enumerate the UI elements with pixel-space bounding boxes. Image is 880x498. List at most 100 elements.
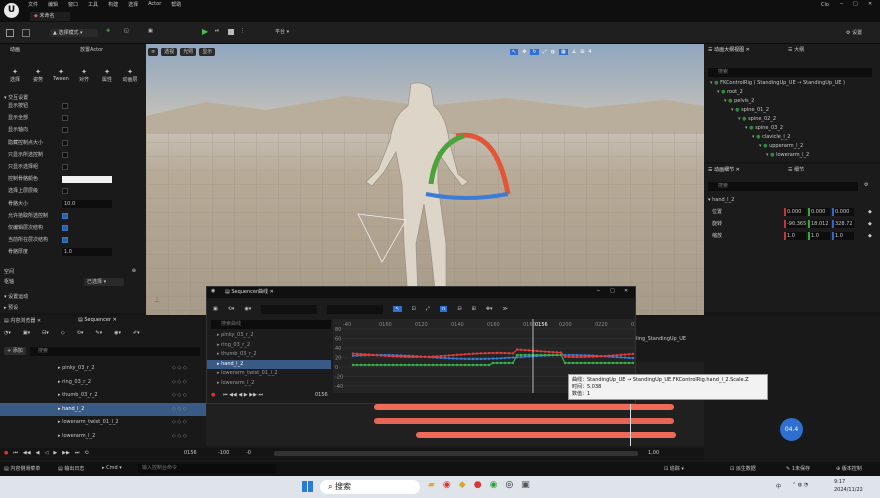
add-track-button[interactable]: + 添加	[4, 347, 26, 355]
transform-value-input[interactable]: 1.0	[784, 232, 806, 240]
curve-green-key[interactable]	[375, 363, 379, 367]
current-frame[interactable]: 0156	[184, 450, 197, 456]
curve-blue-key[interactable]	[467, 357, 471, 361]
setting-checkbox[interactable]	[62, 164, 68, 170]
curve-red-key[interactable]	[383, 354, 387, 358]
curve-green-key[interactable]	[519, 353, 523, 357]
prev-key-icon[interactable]: ◀◀	[23, 450, 31, 456]
curve-red-key[interactable]	[435, 355, 439, 358]
transform-value-input[interactable]: -90.365	[784, 220, 806, 228]
curve-green-key[interactable]	[395, 363, 399, 367]
menu-item[interactable]: 工具	[88, 1, 98, 10]
transform-value-input[interactable]: 1.0	[808, 232, 830, 240]
curve-tangent-icon[interactable]: ✥▾	[486, 306, 493, 312]
curve-green-key[interactable]	[503, 361, 507, 365]
curve-red-key[interactable]	[523, 348, 527, 352]
viewport-menu-button[interactable]: ≡	[148, 48, 159, 56]
content-track-row[interactable]: ▸ pinky_03_r_2 ◇ ◇ ◇	[0, 362, 206, 375]
curve-more-icon[interactable]: ≫	[503, 306, 508, 312]
transform-value-input[interactable]: 1.0	[832, 232, 854, 240]
curve-blue-key[interactable]	[627, 356, 631, 360]
content-track-row[interactable]: ▸ hand_l_2 ◇ ◇ ◇	[0, 402, 206, 416]
to-end-icon[interactable]: ⏭	[75, 450, 80, 456]
curve-blue-key[interactable]	[443, 356, 447, 360]
curve-green-key[interactable]	[467, 363, 471, 367]
track-key-icon[interactable]: ◇ ◇ ◇	[172, 403, 187, 416]
more-icon[interactable]: ⋮	[240, 28, 245, 34]
curve-red-key[interactable]	[379, 354, 383, 357]
curve-green-key[interactable]	[619, 361, 623, 365]
curve-view-icon[interactable]: ⟲▾	[228, 306, 235, 312]
browse-icon[interactable]	[22, 29, 30, 37]
curve-red-key[interactable]	[475, 352, 479, 355]
curve-red-key[interactable]	[547, 350, 551, 354]
curve-red-key[interactable]	[451, 353, 455, 357]
anim-tool-button[interactable]: ✦ 动画层	[119, 68, 141, 83]
console-input[interactable]: 输入控制台命令	[138, 464, 276, 473]
add-icon[interactable]: ✚	[106, 28, 110, 34]
curve-red-key[interactable]	[551, 350, 555, 354]
seq-wrench-icon[interactable]: ✎▾	[95, 330, 102, 336]
curve-red-key[interactable]	[403, 355, 407, 359]
curve-green-key[interactable]	[363, 363, 367, 367]
curve-blue-key[interactable]	[479, 357, 483, 361]
tray-lang[interactable]: 中	[776, 483, 781, 490]
curve-flatten-icon[interactable]: ⊞	[472, 306, 476, 312]
curve-red-key[interactable]	[411, 355, 415, 359]
timeline-scrollbar[interactable]	[274, 451, 638, 456]
curve-green-key[interactable]	[527, 353, 531, 357]
setting-value-input[interactable]: 1.0	[62, 248, 112, 257]
seq-film-icon[interactable]: ▣▾	[23, 330, 30, 336]
track-key-icon[interactable]: ◇ ◇ ◇	[172, 376, 187, 389]
curve-red-key[interactable]	[351, 352, 355, 355]
curve-green-key[interactable]	[543, 353, 547, 357]
curve-red-key[interactable]	[515, 348, 519, 351]
curve-green-key[interactable]	[371, 363, 375, 367]
seq-edit-icon[interactable]: ✐▾	[133, 330, 140, 336]
curve-red-key[interactable]	[539, 350, 543, 353]
snap-rotate-icon[interactable]: ∡	[572, 49, 576, 55]
curve-red-key[interactable]	[375, 354, 379, 357]
curve-green-key[interactable]	[411, 363, 415, 367]
curve-search-input[interactable]: 搜索曲线	[211, 320, 331, 329]
select-tool-icon[interactable]: ↖	[510, 49, 519, 55]
tab-animation[interactable]: 动画	[10, 46, 20, 53]
curve-green-key[interactable]	[415, 363, 419, 367]
setting-value-input[interactable]: 10.0	[62, 199, 112, 208]
curve-track-row[interactable]: ▸ pinky_03_r_2	[207, 331, 331, 340]
curve-green-key[interactable]	[435, 363, 439, 367]
pivot-dropdown[interactable]: 已选择 ▾	[84, 278, 124, 286]
seq-view-icon[interactable]: ◉▾	[114, 330, 121, 336]
content-drawer-button[interactable]: ▤ 内容侧滑菜单	[4, 465, 40, 472]
curve-red-key[interactable]	[463, 353, 467, 356]
track-key-icon[interactable]: ◇ ◇ ◇	[172, 416, 187, 429]
curve-red-key[interactable]	[591, 355, 595, 358]
curve-red-key[interactable]	[415, 355, 419, 359]
curve-green-key[interactable]	[547, 353, 551, 357]
setting-checkbox[interactable]	[62, 127, 68, 134]
blueprint-icon[interactable]: ◱	[124, 28, 129, 34]
menu-item[interactable]: 编辑	[48, 1, 58, 10]
curve-red-key[interactable]	[419, 355, 423, 359]
curve-green-key[interactable]	[611, 361, 615, 365]
curve-green-key[interactable]	[355, 363, 359, 367]
content-track-row[interactable]: ▸ ring_03_r_2 ◇ ◇ ◇	[0, 376, 206, 389]
details-search-input[interactable]: 搜索	[708, 182, 858, 191]
stop-icon[interactable]	[228, 29, 234, 35]
curve-green-key[interactable]	[427, 363, 431, 367]
transform-value-input[interactable]: 0.000	[784, 208, 806, 216]
curve-red-key[interactable]	[627, 353, 631, 356]
curve-retime-icon[interactable]: ⤢	[426, 306, 430, 312]
curve-red-key[interactable]	[367, 353, 371, 356]
curve-maximize-icon[interactable]: □	[610, 288, 615, 294]
curve-green-key[interactable]	[603, 361, 607, 365]
curve-red-key[interactable]	[567, 355, 571, 359]
wechat-icon[interactable]: ◉	[490, 480, 498, 490]
seq-save-icon[interactable]: ⊟▾	[42, 330, 49, 336]
curve-green-key[interactable]	[367, 363, 371, 367]
setting-checkbox[interactable]	[62, 115, 68, 122]
curve-blue-key[interactable]	[455, 357, 459, 360]
trace-button[interactable]: ⊡ 追踪 ▾	[664, 465, 684, 472]
scale-tool-icon[interactable]: ⤢	[543, 49, 547, 55]
setting-checkbox[interactable]	[62, 212, 68, 219]
